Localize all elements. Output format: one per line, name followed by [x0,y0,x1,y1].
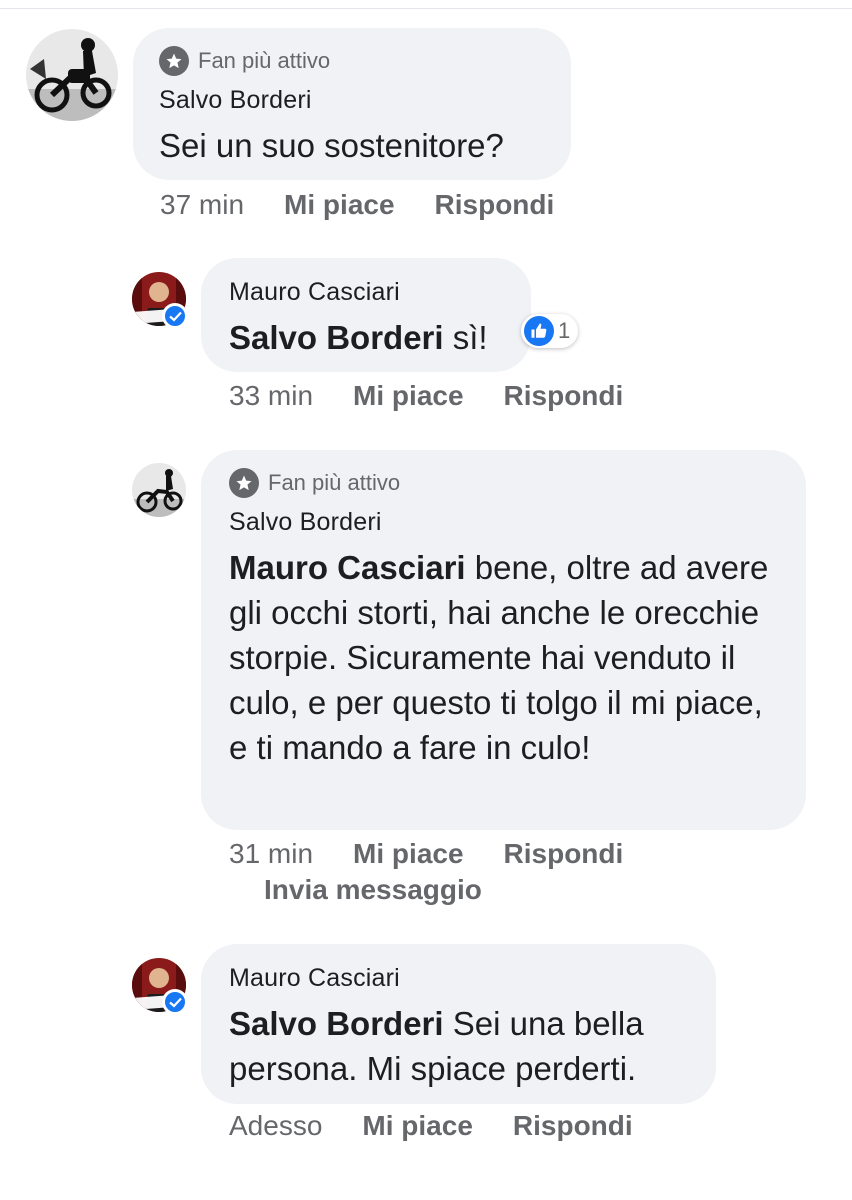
comment-bubble: Fan più attivo Salvo Borderi Mauro Casci… [201,450,806,830]
mention-link[interactable]: Mauro Casciari [229,549,466,586]
verified-badge-icon [162,989,188,1015]
comment-bubble: Fan più attivo Salvo Borderi Sei un suo … [133,28,571,180]
avatar-salvo-borderi[interactable] [26,29,118,121]
top-fan-badge: Fan più attivo [159,46,545,76]
mention-link[interactable]: Salvo Borderi [229,1005,444,1042]
thumbs-up-icon [524,316,554,346]
comment-body: sì! [443,319,488,356]
comment-text: Salvo Borderi Sei una bella persona. Mi … [229,1001,688,1091]
like-button[interactable]: Mi piace [284,189,394,221]
comment-bubble: Mauro Casciari Salvo Borderi sì! [201,258,531,372]
send-message-button[interactable]: Invia messaggio [264,874,482,906]
reaction-count[interactable]: 1 [521,314,579,348]
comment-text: Mauro Casciari bene, oltre ad avere gli … [229,545,778,770]
comment-author[interactable]: Mauro Casciari [229,964,688,993]
comment-text: Sei un suo sostenitore? [159,123,545,168]
reply-button[interactable]: Rispondi [435,189,555,221]
comment-author[interactable]: Mauro Casciari [229,278,503,307]
comment-actions: Adesso Mi piace Rispondi [229,1110,673,1142]
comment-actions: 33 min Mi piace Rispondi [229,380,663,412]
mention-link[interactable]: Salvo Borderi [229,319,444,356]
like-button[interactable]: Mi piace [353,380,463,412]
avatar-salvo-borderi[interactable] [132,463,186,517]
top-divider [0,8,852,9]
badge-label: Fan più attivo [198,48,331,73]
reply-button[interactable]: Rispondi [504,380,624,412]
comment-bubble: Mauro Casciari Salvo Borderi Sei una bel… [201,944,716,1104]
verified-badge-icon [162,303,188,329]
reaction-number: 1 [558,318,571,343]
like-button[interactable]: Mi piace [362,1110,472,1142]
comment-author[interactable]: Salvo Borderi [159,86,545,115]
like-button[interactable]: Mi piace [353,838,463,870]
comment-actions: 37 min Mi piace Rispondi [160,189,594,221]
star-icon [159,46,189,76]
reply-button[interactable]: Rispondi [513,1110,633,1142]
reply-button[interactable]: Rispondi [504,838,624,870]
comment-text: Salvo Borderi sì! [229,315,503,360]
comment-timestamp[interactable]: 31 min [229,838,313,870]
badge-label: Fan più attivo [268,470,401,495]
comment-body: Sei un suo sostenitore? [159,127,504,164]
star-icon [229,468,259,498]
comment-timestamp[interactable]: 37 min [160,189,244,221]
comment-timestamp[interactable]: 33 min [229,380,313,412]
top-fan-badge: Fan più attivo [229,468,778,498]
comment-timestamp[interactable]: Adesso [229,1110,322,1142]
comment-author[interactable]: Salvo Borderi [229,508,778,537]
comment-actions: 31 min Mi piace Rispondi [229,838,663,870]
